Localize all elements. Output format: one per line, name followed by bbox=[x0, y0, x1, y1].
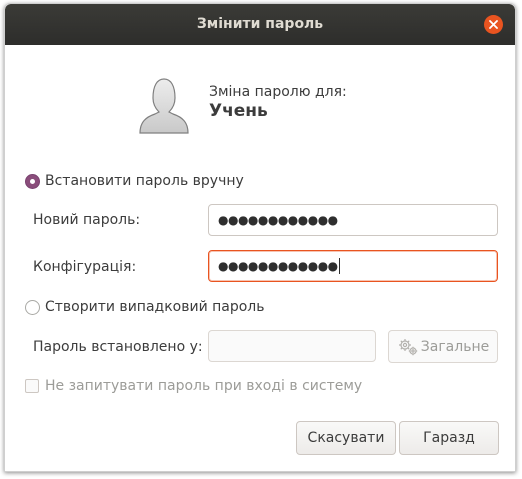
header-subtitle: Зміна паролю для: bbox=[209, 84, 347, 100]
cancel-button[interactable]: Скасувати bbox=[296, 421, 396, 455]
no-password-login-label: Не запитувати пароль при вході в систему bbox=[45, 378, 363, 394]
window-title: Змінити пароль bbox=[196, 16, 324, 32]
random-password-radio-label[interactable]: Створити випадковий пароль bbox=[45, 299, 265, 315]
confirm-password-field[interactable]: ●●●●●●●●●●●● bbox=[208, 250, 498, 282]
manual-password-radio[interactable] bbox=[25, 174, 40, 189]
ok-button[interactable]: Гаразд bbox=[399, 421, 499, 455]
password-set-to-label: Пароль встановлено у: bbox=[33, 339, 203, 355]
close-button[interactable] bbox=[484, 15, 503, 34]
close-icon bbox=[489, 20, 498, 29]
password-set-to-field[interactable] bbox=[208, 330, 376, 362]
new-password-label: Новий пароль: bbox=[33, 212, 141, 228]
ok-button-label: Гаразд bbox=[423, 430, 475, 446]
random-password-radio[interactable] bbox=[25, 300, 40, 315]
change-password-dialog: Змінити пароль Зміна паролю для: Учень В… bbox=[4, 3, 516, 472]
manual-password-radio-label[interactable]: Встановити пароль вручну bbox=[45, 173, 244, 189]
generate-password-button-label: Загальне bbox=[420, 338, 490, 355]
user-avatar-icon bbox=[139, 78, 189, 134]
cancel-button-label: Скасувати bbox=[307, 430, 385, 446]
no-password-login-checkbox[interactable] bbox=[25, 379, 39, 393]
header-username: Учень bbox=[209, 101, 268, 121]
new-password-value: ●●●●●●●●●●●● bbox=[218, 213, 338, 227]
confirm-password-value: ●●●●●●●●●●●● bbox=[218, 259, 338, 273]
text-caret bbox=[338, 258, 340, 274]
titlebar: Змінити пароль bbox=[5, 4, 515, 45]
generate-password-button[interactable]: Загальне bbox=[388, 330, 498, 363]
new-password-field[interactable]: ●●●●●●●●●●●● bbox=[208, 204, 498, 236]
gears-icon bbox=[398, 338, 417, 355]
confirm-password-label: Конфігурація: bbox=[33, 259, 137, 275]
